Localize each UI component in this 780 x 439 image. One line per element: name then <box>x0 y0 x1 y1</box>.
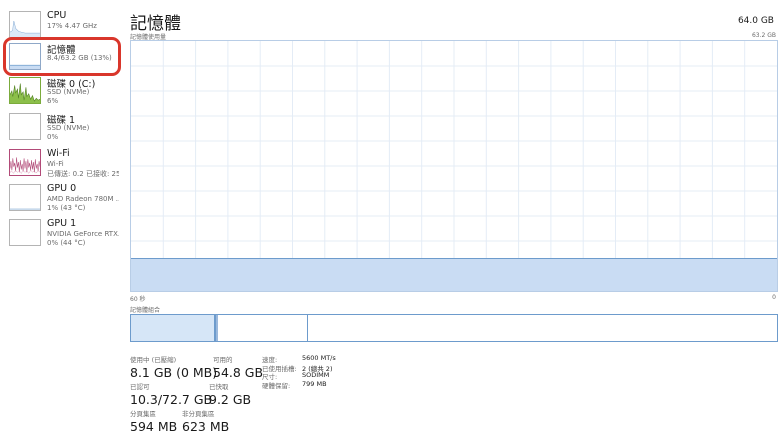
cpu-thumbnail-graph <box>9 11 41 38</box>
total-memory-label: 64.0 GB <box>737 16 774 26</box>
stat-paged-pool: 分頁集區 594 MB <box>130 408 177 434</box>
sidebar-item-throughput: 已傳送: 0.2 已接收: 25.4 <box>47 170 119 178</box>
sidebar-item-detail: NVIDIA GeForce RTX... <box>47 230 119 238</box>
sidebar-item-detail: 17% 4.47 GHz <box>47 22 97 30</box>
stat-value: 54.8 GB <box>213 365 264 380</box>
stat-label: 分頁集區 <box>130 410 156 418</box>
sidebar-item-title: GPU 0 <box>47 183 77 194</box>
sidebar-item-gpu-0[interactable]: GPU 0 AMD Radeon 780M ... 1% (43 °C) <box>0 183 122 219</box>
sidebar-item-detail: Wi-Fi <box>47 160 64 168</box>
memory-usage-fill <box>131 258 777 291</box>
spec-value: 5600 MT/s <box>302 354 336 362</box>
stat-available: 可用的 54.8 GB <box>213 354 263 380</box>
stat-label: 使用中 (已壓縮) <box>130 356 177 364</box>
sidebar-item-title: CPU <box>47 10 67 21</box>
sidebar-item-detail: AMD Radeon 780M ... <box>47 195 119 203</box>
sidebar-item-disk-0[interactable]: 磁碟 0 (C:) SSD (NVMe) 6% <box>0 76 122 112</box>
spec-row: 硬體保留: 799 MB <box>262 379 336 390</box>
spec-key: 已使用插槽: <box>262 364 297 373</box>
memory-thumbnail-graph <box>9 43 41 70</box>
sidebar-item-detail: SSD (NVMe) <box>47 88 90 96</box>
graph-time-axis-start: 60 秒 <box>130 296 146 303</box>
graph-time-axis-end: 0 <box>772 294 776 301</box>
sidebar-item-memory[interactable]: 記憶體 8.4/63.2 GB (13%) <box>0 42 122 78</box>
stat-label: 非分頁集區 <box>182 410 215 418</box>
memory-composition-bar <box>130 314 778 342</box>
memory-usage-graph <box>130 40 778 292</box>
spec-key: 尺寸: <box>262 373 278 382</box>
spec-row: 尺寸: SODIMM <box>262 371 336 382</box>
stat-value: 9.2 GB <box>209 392 252 407</box>
memory-composition-caption: 記憶體組合 <box>130 307 161 314</box>
disk-0-thumbnail-graph <box>9 77 41 104</box>
sidebar: CPU 17% 4.47 GHz 記憶體 8.4/63.2 GB (13%) 磁… <box>0 0 122 439</box>
sidebar-item-wifi[interactable]: Wi-Fi Wi-Fi 已傳送: 0.2 已接收: 25.4 <box>0 148 122 184</box>
stat-value: 8.1 GB (0 MB) <box>130 365 218 380</box>
spec-value: 799 MB <box>302 379 327 388</box>
sidebar-item-detail: SSD (NVMe) <box>47 124 90 132</box>
sidebar-item-title: GPU 1 <box>47 218 77 229</box>
gpu-0-thumbnail-graph <box>9 184 41 211</box>
wifi-thumbnail-graph <box>9 149 41 176</box>
disk-1-thumbnail-graph <box>9 113 41 140</box>
sidebar-item-usage: 1% (43 °C) <box>47 204 86 212</box>
sidebar-item-usage: 0% (44 °C) <box>47 239 86 247</box>
stat-committed: 已認可 10.3/72.7 GB <box>130 381 212 407</box>
spec-value: SODIMM <box>302 371 330 380</box>
stat-label: 已認可 <box>130 383 150 391</box>
spec-value: 2 (總共 2) <box>302 364 333 373</box>
spec-key: 硬體保留: <box>262 381 291 390</box>
stat-in-use: 使用中 (已壓縮) 8.1 GB (0 MB) <box>130 354 217 380</box>
stat-label: 已快取 <box>209 383 229 391</box>
sidebar-item-title: Wi-Fi <box>47 148 70 159</box>
page-title: 記憶體 <box>130 14 181 34</box>
stat-label: 可用的 <box>213 356 233 364</box>
sidebar-item-usage: 0% <box>47 133 59 141</box>
graph-max-label: 63.2 GB <box>751 32 776 39</box>
stat-value: 594 MB <box>130 419 178 434</box>
memory-spec-table: 速度: 5600 MT/s 已使用插槽: 2 (總共 2) 尺寸: SODIMM… <box>262 354 336 390</box>
stat-cached: 已快取 9.2 GB <box>209 381 251 407</box>
composition-in-use-segment <box>131 315 216 341</box>
spec-key: 速度: <box>262 356 278 364</box>
stat-nonpaged-pool: 非分頁集區 623 MB <box>182 408 229 434</box>
spec-row: 速度: 5600 MT/s <box>262 354 336 364</box>
sidebar-item-gpu-1[interactable]: GPU 1 NVIDIA GeForce RTX... 0% (44 °C) <box>0 218 122 254</box>
spec-row: 已使用插槽: 2 (總共 2) <box>262 363 336 373</box>
composition-standby-segment <box>218 315 308 341</box>
sidebar-item-detail: 8.4/63.2 GB (13%) <box>47 54 112 62</box>
stat-value: 10.3/72.7 GB <box>130 392 213 407</box>
sidebar-item-usage: 6% <box>47 97 59 105</box>
stat-value: 623 MB <box>182 419 230 434</box>
sidebar-item-cpu[interactable]: CPU 17% 4.47 GHz <box>0 10 122 46</box>
gpu-1-thumbnail-graph <box>9 219 41 246</box>
sidebar-item-disk-1[interactable]: 磁碟 1 SSD (NVMe) 0% <box>0 112 122 148</box>
